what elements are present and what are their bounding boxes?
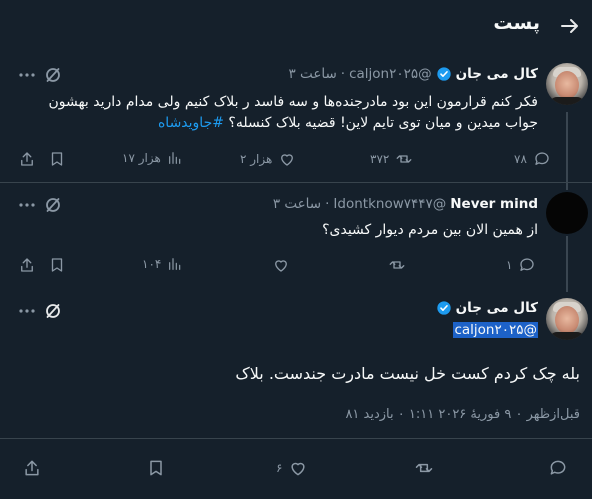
share-button[interactable] xyxy=(22,458,42,478)
separator-dot: · xyxy=(340,66,346,82)
avatar[interactable] xyxy=(546,63,588,105)
views-count: ۱۰۴ xyxy=(142,257,162,271)
back-arrow-icon[interactable] xyxy=(558,14,582,38)
main-author-handle-line: @caljon۲۰۲۵ xyxy=(453,322,538,338)
reply-button[interactable]: ۱ xyxy=(506,256,536,274)
post-meta: قبل‌ازظهر ۰ ۹ فوریهٔ ۲۰۲۶ ۱:۱۱ ۰ بازدید … xyxy=(345,407,580,422)
views-button[interactable]: ۱۷ هزار xyxy=(122,150,183,166)
main-author-name-line: کال می جان xyxy=(436,300,538,316)
heart-icon xyxy=(281,154,294,166)
reply-text-body: فکر کنم قرارمون این بود مادرجنده‌ها و سه… xyxy=(48,94,538,131)
views-chart-icon xyxy=(168,152,181,164)
more-options-icon[interactable] xyxy=(18,66,36,84)
avatar[interactable] xyxy=(546,192,588,234)
page-title: پست xyxy=(493,12,540,34)
thread-line xyxy=(566,236,568,292)
reply-count: ۷۸ xyxy=(514,152,527,166)
share-button[interactable] xyxy=(18,150,36,168)
like-button[interactable] xyxy=(272,256,290,274)
share-icon xyxy=(21,258,33,272)
bookmark-button[interactable] xyxy=(146,458,166,478)
divider xyxy=(0,438,592,439)
avatar[interactable] xyxy=(546,298,588,340)
bookmark-icon xyxy=(51,258,63,272)
comment-icon xyxy=(520,258,535,271)
thread-line xyxy=(566,112,568,190)
author-name[interactable]: Never mind xyxy=(450,196,538,212)
verified-badge-icon xyxy=(436,67,451,81)
divider xyxy=(0,182,592,183)
author-handle[interactable]: @caljon۲۰۲۵ xyxy=(349,66,432,82)
main-post-text: بله چک کردم کست خل نیست مادرت جندست. بلا… xyxy=(235,364,580,383)
heart-icon xyxy=(275,260,287,272)
share-icon xyxy=(25,460,39,476)
reply-author-line: Never mind @Idontknow۷۴۴۷ · ساعت ۳ xyxy=(273,196,538,212)
like-count: ۶ xyxy=(276,461,283,475)
author-name[interactable]: کال می جان xyxy=(456,66,538,82)
bookmark-icon xyxy=(51,152,63,166)
repost-icon xyxy=(396,155,412,163)
reply-count: ۱ xyxy=(506,258,513,272)
share-icon xyxy=(21,152,33,166)
comment-icon xyxy=(535,152,549,165)
bookmark-button[interactable] xyxy=(48,150,66,168)
share-button[interactable] xyxy=(18,256,36,274)
hashtag-link[interactable]: #جاویدشاه xyxy=(158,115,224,131)
repost-icon xyxy=(415,463,433,473)
author-name[interactable]: کال می جان xyxy=(456,300,538,316)
more-options-icon[interactable] xyxy=(18,302,36,320)
bookmark-button[interactable] xyxy=(48,256,66,274)
author-handle[interactable]: @caljon۲۰۲۵ xyxy=(453,322,538,338)
post-time[interactable]: ساعت ۳ xyxy=(289,66,337,82)
like-button[interactable]: ۶ xyxy=(276,458,308,478)
views-count: ۱۷ هزار xyxy=(122,151,161,165)
repost-icon xyxy=(389,261,405,269)
repost-count: ۳۷۲ xyxy=(370,152,390,166)
views-button[interactable]: ۱۰۴ xyxy=(142,256,183,272)
repost-button[interactable] xyxy=(414,458,434,478)
reply-button[interactable]: ۷۸ xyxy=(514,150,551,168)
views-chart-icon xyxy=(169,258,181,270)
post-time[interactable]: ساعت ۳ xyxy=(273,196,321,212)
author-handle[interactable]: @Idontknow۷۴۴۷ xyxy=(333,196,446,212)
verified-badge-icon xyxy=(436,301,451,315)
grok-icon[interactable] xyxy=(44,66,62,84)
reply-text: فکر کنم قرارمون این بود مادرجنده‌ها و سه… xyxy=(38,92,538,134)
reply-author-line: کال می جان @caljon۲۰۲۵ · ساعت ۳ xyxy=(289,66,539,82)
bookmark-icon xyxy=(150,460,162,476)
separator-dot: · xyxy=(325,196,330,212)
repost-button[interactable]: ۳۷۲ xyxy=(370,150,413,168)
like-count: ۲ هزار xyxy=(240,152,273,166)
heart-icon xyxy=(291,462,306,476)
comment-icon xyxy=(550,460,566,475)
reply-button[interactable] xyxy=(548,458,568,478)
header: پست xyxy=(0,0,592,52)
repost-button[interactable] xyxy=(388,256,406,274)
like-button[interactable]: ۲ هزار xyxy=(240,150,296,168)
grok-icon[interactable] xyxy=(44,196,62,214)
reply-text: از همین الان بین مردم دیوار کشیدی؟ xyxy=(322,222,538,238)
more-options-icon[interactable] xyxy=(18,196,36,214)
grok-icon[interactable] xyxy=(44,302,62,320)
